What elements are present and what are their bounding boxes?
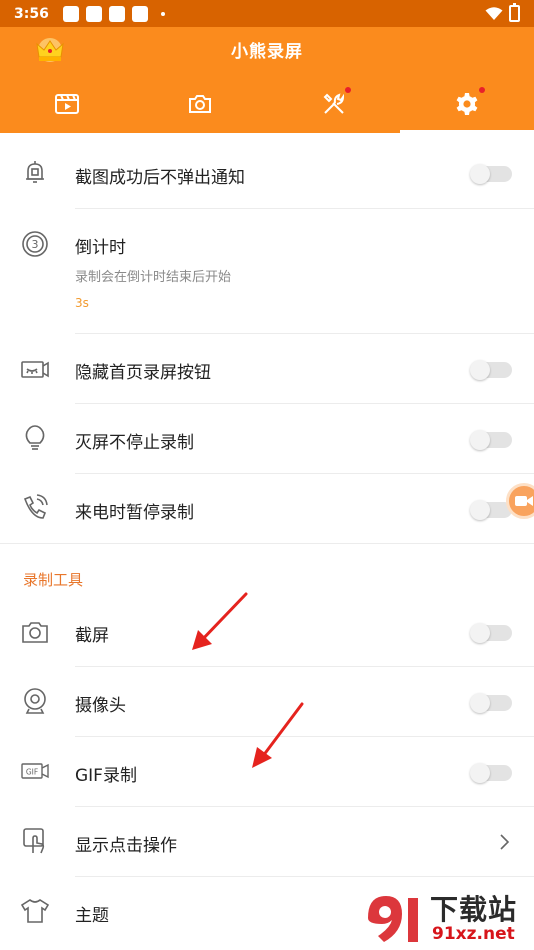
tool-label: 显示点击操作	[75, 836, 177, 856]
phone-call-icon	[20, 493, 50, 523]
tool-label: 主题	[75, 906, 109, 926]
gif-tool-toggle[interactable]	[470, 763, 512, 783]
setting-countdown[interactable]: 3 倒计时 录制会在倒计时结束后开始 3s	[0, 209, 534, 333]
tool-label: 摄像头	[75, 696, 126, 716]
status-bar: 3:56	[0, 0, 534, 27]
section-divider	[0, 543, 534, 544]
tap-icon	[20, 826, 50, 856]
settings-badge	[478, 87, 485, 93]
notification-icon	[85, 5, 102, 22]
status-time: 3:56	[14, 5, 49, 22]
section-title-recording-tools: 录制工具	[23, 571, 84, 589]
wifi-icon	[485, 6, 503, 20]
setting-screen-off-recording[interactable]: 灭屏不停止录制	[0, 404, 534, 473]
gear-icon	[456, 93, 478, 115]
gif-icon: GIF	[20, 756, 50, 786]
video-list-icon	[54, 94, 79, 114]
setting-label: 倒计时	[75, 238, 126, 258]
countdown-timer-icon: 3	[20, 229, 50, 259]
more-notifications-icon	[160, 11, 165, 16]
webcam-icon	[20, 686, 50, 716]
camera-icon	[189, 95, 212, 113]
tab-tools[interactable]	[267, 75, 401, 133]
setting-label: 来电时暂停录制	[75, 503, 194, 523]
annotation-arrow-icon	[192, 592, 248, 650]
tool-item-show-taps[interactable]: 显示点击操作	[0, 807, 534, 876]
chevron-right-icon[interactable]	[498, 833, 512, 851]
setting-label: 灭屏不停止录制	[75, 433, 194, 453]
annotation-arrow-icon	[252, 702, 304, 768]
tab-settings[interactable]	[401, 75, 534, 133]
tab-screenshots[interactable]	[134, 75, 268, 133]
screenshot-tool-toggle[interactable]	[470, 623, 512, 643]
watermark-brand-text: 下载站	[430, 893, 518, 926]
screen-off-recording-toggle[interactable]	[470, 430, 512, 450]
webcam-tool-toggle[interactable]	[470, 693, 512, 713]
svg-text:GIF: GIF	[26, 768, 38, 777]
main-tabs	[0, 75, 534, 133]
notification-icon	[62, 5, 79, 22]
setting-label: 截图成功后不弹出通知	[75, 168, 245, 188]
setting-label: 隐藏首页录屏按钮	[75, 363, 211, 383]
svg-text:3: 3	[32, 238, 39, 251]
setting-description: 录制会在倒计时结束后开始	[75, 270, 232, 285]
bell-icon	[20, 158, 50, 188]
setting-pause-on-call[interactable]: 来电时暂停录制	[0, 474, 534, 543]
notification-icon	[108, 5, 125, 22]
lightbulb-icon	[20, 423, 50, 453]
site-watermark: 下载站 91xz.net	[362, 884, 534, 950]
watermark-domain-text: 91xz.net	[432, 924, 515, 944]
camera-icon	[20, 617, 50, 647]
app-title: 小熊录屏	[231, 42, 303, 62]
setting-hide-record-button[interactable]: 隐藏首页录屏按钮	[0, 334, 534, 403]
tab-videos[interactable]	[0, 75, 134, 133]
setting-screenshot-notify[interactable]: 截图成功后不弹出通知	[0, 133, 534, 209]
video-camera-icon	[515, 496, 533, 506]
battery-icon	[509, 3, 520, 22]
tool-label: 截屏	[75, 626, 109, 646]
tools-icon	[323, 93, 344, 114]
screenshot-notify-toggle[interactable]	[470, 164, 512, 184]
tool-label: GIF录制	[75, 766, 137, 786]
settings-list[interactable]: 截图成功后不弹出通知 3 倒计时 录制会在倒计时结束后开始 3s 隐藏首页录屏按…	[0, 133, 534, 950]
hide-record-button-toggle[interactable]	[470, 360, 512, 380]
tools-badge	[345, 87, 351, 93]
hidden-camera-icon	[20, 354, 50, 384]
tool-item-screenshot[interactable]: 截屏	[0, 597, 534, 666]
app-bar: 小熊录屏	[0, 27, 534, 133]
floating-record-button[interactable]	[506, 483, 534, 519]
notification-icon	[131, 5, 148, 22]
countdown-value: 3s	[75, 296, 89, 310]
tshirt-icon	[20, 896, 50, 926]
